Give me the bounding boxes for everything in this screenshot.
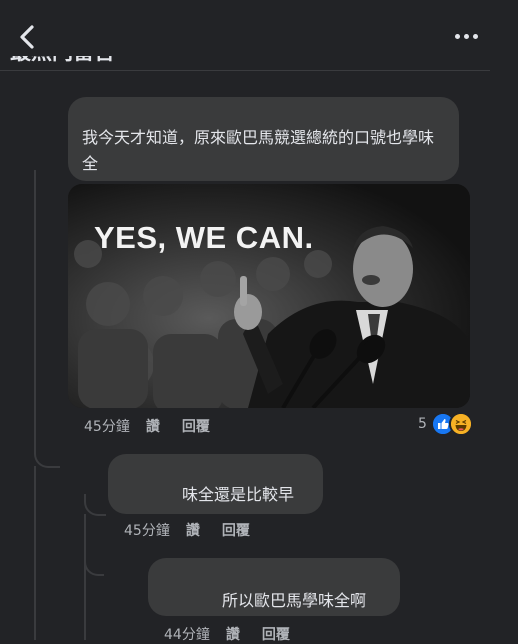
thread-line [34,466,36,640]
thread-line [34,170,36,440]
comment-bubble[interactable]: 我今天才知道，原來歐巴馬競選總統的口號也學味全 [68,97,459,181]
back-chevron-icon[interactable] [14,22,40,52]
header-divider [0,70,490,71]
image-caption: YES, WE CAN. [94,220,314,255]
comment-text: 所以歐巴馬學味全啊 [222,591,367,610]
haha-reaction-icon [448,412,473,436]
thread-curve [34,436,60,468]
like-button[interactable]: 讚 [146,416,160,436]
like-button[interactable]: 讚 [186,520,200,540]
comment-meta: 44分鐘 讚 回覆 [164,624,290,644]
reply-bubble[interactable]: 味全還是比較早 [108,454,323,514]
comment-meta: 45分鐘 讚 回覆 [84,416,210,436]
comment-time: 45分鐘 [124,523,170,539]
comment-text: 我今天才知道，原來歐巴馬競選總統的口號也學味全 [82,128,435,173]
reaction-count: 5 [418,416,427,432]
comment-time: 45分鐘 [84,419,130,435]
reply-button[interactable]: 回覆 [222,520,250,540]
thread-line [84,514,86,640]
reply-button[interactable]: 回覆 [262,624,290,644]
reactions-summary[interactable]: 5 [418,412,473,436]
comment-text: 味全還是比較早 [182,485,295,504]
comment-time: 44分鐘 [164,627,210,643]
thread-curve [84,546,104,576]
section-title: 最熱門留言 [10,56,115,70]
like-button[interactable]: 讚 [226,624,240,644]
top-bar: 最熱門留言 [0,0,518,70]
more-options-icon[interactable] [455,34,478,39]
reply-button[interactable]: 回覆 [182,416,210,436]
comment-meta: 45分鐘 讚 回覆 [124,520,250,540]
thread-curve [84,494,106,516]
comment-image[interactable]: YES, WE CAN. [68,184,470,408]
obama-photo [68,184,470,408]
reply-bubble[interactable]: 所以歐巴馬學味全啊 [148,558,400,616]
